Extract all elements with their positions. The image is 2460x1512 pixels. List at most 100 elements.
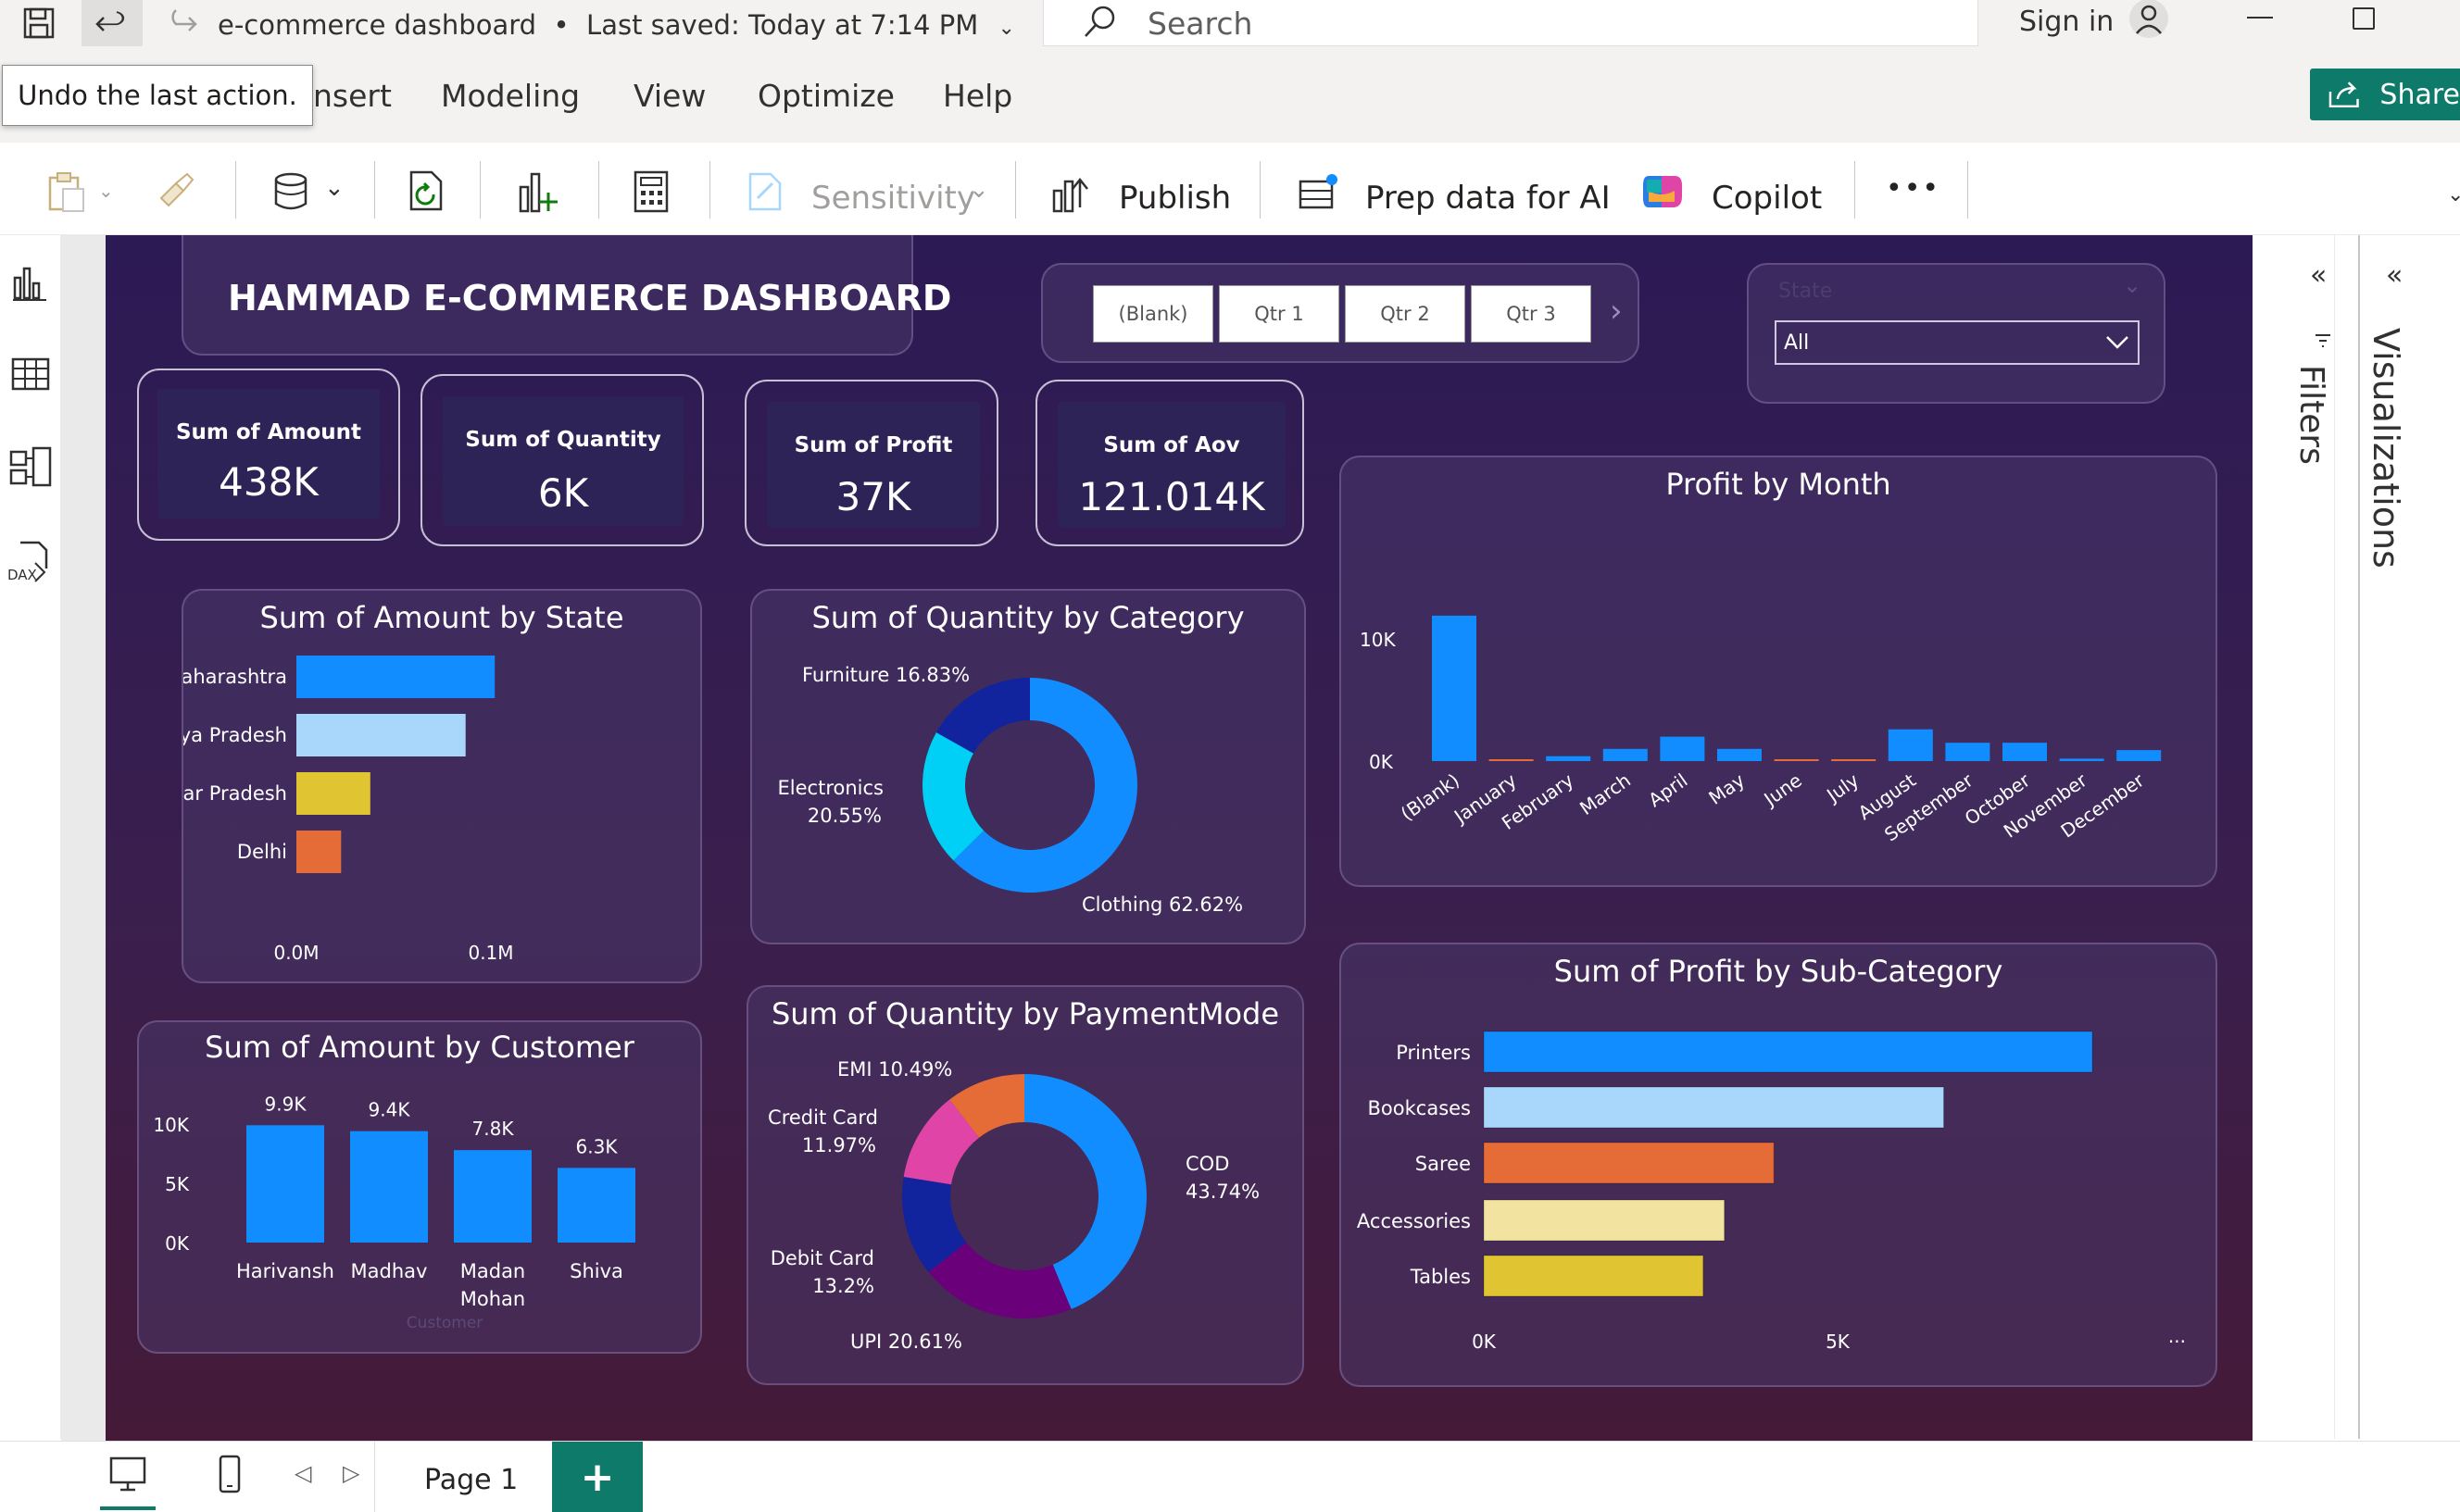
prep-data-button[interactable]: Prep data for AI	[1365, 180, 1611, 217]
tab-help[interactable]: Help	[943, 78, 1012, 114]
chevron-down-icon[interactable]: ⌄	[998, 17, 1014, 40]
chart-amount-by-state[interactable]: Sum of Amount by State MaharashtraMadhya…	[182, 589, 702, 983]
kpi-inner: Sum of Quantity 6K	[443, 396, 684, 526]
tick-label: 0K	[165, 1232, 190, 1255]
calculator-icon[interactable]	[632, 170, 671, 213]
bar	[296, 714, 466, 756]
bar	[296, 656, 496, 698]
quarter-slicer[interactable]: (Blank) Qtr 1 Qtr 2 Qtr 3 ›	[1041, 263, 1639, 363]
tick-label: 0.1M	[468, 942, 513, 964]
search-input[interactable]: Search	[1148, 6, 1252, 42]
collapse-filters-icon[interactable]: «	[2310, 259, 2327, 292]
profit-by-month-plot: 10K0K(Blank)JanuaryFebruaryMarch April May…	[1360, 615, 2162, 846]
sensitivity-button: Sensitivity	[811, 180, 976, 217]
publish-button[interactable]: Publish	[1119, 180, 1231, 217]
publish-icon[interactable]	[1050, 169, 1097, 215]
refresh-icon[interactable]	[406, 169, 452, 215]
slicer-option-blank[interactable]: (Blank)	[1093, 285, 1213, 343]
kpi-card-amount[interactable]: Sum of Amount 438K	[137, 369, 400, 541]
tab-modeling[interactable]: Modeling	[441, 78, 580, 114]
maximize-icon[interactable]	[2353, 7, 2375, 30]
ribbon-collapse-icon[interactable]: ⌄	[2447, 183, 2460, 206]
kpi-value: 438K	[219, 459, 319, 505]
state-dropdown[interactable]: All	[1775, 320, 2140, 365]
doc-title-label: e-commerce dashboard	[218, 9, 537, 41]
prep-data-icon[interactable]	[1297, 172, 1339, 211]
search-box[interactable]: Search	[1043, 0, 1978, 46]
pane-divider	[2358, 235, 2360, 1439]
undo-tooltip: Undo the last action.	[2, 65, 313, 126]
filters-pane-tab[interactable]: Filters	[2292, 365, 2334, 494]
amount-by-customer-plot: 0K 5K 10K 9.9K Harivansh 9.4K Madhav 7.8K Madan M…	[153, 1093, 635, 1332]
paste-chevron-icon[interactable]: ⌄	[98, 180, 114, 202]
chart-profit-by-month[interactable]: Profit by Month 10K 0K (Blank) January Febru…	[1339, 456, 2217, 887]
model-view-icon[interactable]	[9, 446, 52, 489]
slicer-option-qtr1[interactable]: Qtr 1	[1219, 285, 1339, 343]
kpi-card-profit[interactable]: Sum of Profit 37K	[745, 380, 998, 546]
category-label: Madhya Pradesh	[183, 724, 287, 746]
save-icon[interactable]	[17, 0, 61, 46]
bar	[1432, 615, 1476, 761]
tab-optimize[interactable]: Optimize	[758, 78, 895, 114]
more-options-button[interactable]: •••	[1886, 172, 1940, 205]
toolbar-separator	[709, 161, 710, 219]
bar	[296, 831, 342, 873]
get-data-icon[interactable]	[272, 170, 315, 213]
document-title[interactable]: e-commerce dashboard • Last saved: Today…	[218, 9, 1015, 41]
get-data-chevron-icon[interactable]: ⌄	[324, 174, 345, 202]
chart-quantity-by-paymentmode[interactable]: Sum of Quantity by PaymentMode COD 43.74%…	[747, 985, 1304, 1385]
bar	[1483, 1142, 1775, 1184]
collapse-visualizations-icon[interactable]: «	[2386, 259, 2403, 292]
category-label: Shiva	[570, 1260, 623, 1282]
chart-quantity-by-category[interactable]: Sum of Quantity by Category Clothing 62.…	[750, 589, 1306, 944]
toolbar-separator	[1260, 161, 1261, 219]
tab-insert[interactable]: nsert	[313, 78, 392, 114]
desktop-layout-icon[interactable]	[107, 1456, 150, 1493]
kpi-title: Sum of Quantity	[465, 428, 661, 452]
minimize-icon[interactable]	[2247, 17, 2273, 19]
format-painter-icon[interactable]	[156, 172, 196, 211]
state-slicer[interactable]: State ⌄ All	[1747, 263, 2165, 404]
category-label: June	[1759, 768, 1806, 811]
kpi-title: Sum of Amount	[175, 420, 362, 444]
canvas-margin	[61, 235, 106, 1441]
kpi-card-quantity[interactable]: Sum of Quantity 6K	[420, 374, 704, 546]
undo-icon[interactable]	[82, 0, 143, 46]
category-label: Tables	[1410, 1266, 1471, 1288]
kpi-inner: Sum of Profit 37K	[767, 402, 980, 528]
slicer-next-icon[interactable]: ›	[1610, 293, 1623, 330]
tick-label: 5K	[1826, 1331, 1851, 1353]
next-page-icon[interactable]: ▷	[343, 1460, 359, 1486]
copilot-icon[interactable]	[1639, 170, 1686, 213]
previous-page-icon[interactable]: ◁	[295, 1460, 311, 1486]
category-label: March	[1575, 768, 1635, 819]
visualizations-pane-tab[interactable]: Visualizations	[2366, 328, 2408, 569]
chart-profit-by-subcategory[interactable]: Sum of Profit by Sub-Category Printers Bo…	[1339, 943, 2217, 1387]
avatar-icon[interactable]	[2127, 0, 2171, 43]
add-page-button[interactable]: +	[552, 1442, 643, 1512]
report-view-icon[interactable]	[11, 265, 48, 302]
slicer-option-qtr2[interactable]: Qtr 2	[1345, 285, 1465, 343]
slice-label: 43.74%	[1186, 1181, 1260, 1203]
new-visual-icon[interactable]	[515, 169, 561, 215]
share-button[interactable]: Share	[2310, 69, 2460, 120]
page-tab-page1[interactable]: Page 1	[376, 1442, 552, 1512]
paste-icon[interactable]	[46, 170, 89, 213]
chevron-down-icon	[2106, 336, 2128, 349]
kpi-card-aov[interactable]: Sum of Aov 121.014K	[1035, 380, 1304, 546]
sign-in-link[interactable]: Sign in	[2019, 6, 2114, 38]
bar	[1774, 759, 1819, 761]
table-view-icon[interactable]	[11, 356, 50, 393]
dax-query-icon[interactable]: DAX	[7, 541, 52, 583]
tab-view[interactable]: View	[634, 78, 706, 114]
redo-icon[interactable]	[157, 0, 204, 46]
state-slicer-collapse-icon[interactable]: ⌄	[2123, 272, 2141, 298]
axis-title: Customer	[407, 1314, 483, 1332]
mobile-layout-icon[interactable]	[217, 1455, 245, 1495]
toolbar-separator	[480, 161, 481, 219]
slicer-option-qtr3[interactable]: Qtr 3	[1471, 285, 1591, 343]
copilot-button[interactable]: Copilot	[1712, 180, 1822, 217]
dashboard-title-card[interactable]: HAMMAD E-COMMERCE DASHBOARD	[182, 235, 951, 356]
bar	[1945, 743, 1990, 761]
chart-amount-by-customer[interactable]: Sum of Amount by Customer 0K 5K 10K 9.9K Har…	[137, 1020, 702, 1354]
